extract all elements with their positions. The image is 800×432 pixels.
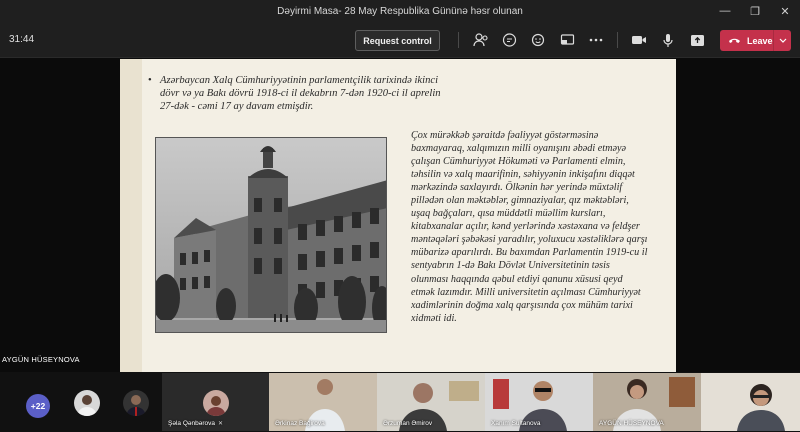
- request-control-button[interactable]: Request control: [355, 30, 440, 51]
- mic-off-icon: ✕: [217, 421, 224, 427]
- participant-gallery: +22 Şəla Qənbərova ✕ Ərkinaz Bağirova Ərz…: [0, 372, 800, 432]
- chevron-down-icon[interactable]: [773, 30, 791, 51]
- paragraph-line: uşaq bağçaları, qısa müddətli müəllim ku…: [411, 208, 606, 220]
- share-tray-icon[interactable]: [558, 31, 576, 49]
- leave-label: Leave: [747, 35, 773, 46]
- meeting-toolbar: 31:44 Request control Leave: [0, 22, 800, 58]
- participant-tile[interactable]: Xanım Sultanova: [485, 373, 593, 431]
- toolbar-divider: [617, 32, 618, 48]
- slide-paragraph: Çox mürəkkəb şəraitdə fəaliyyət göstərmə…: [411, 129, 681, 325]
- avatar: [203, 390, 229, 416]
- leave-button[interactable]: Leave: [720, 30, 791, 51]
- paragraph-line: baxmayaraq, xalqımızın milli oyanışını ə…: [411, 143, 627, 155]
- slide-bullet: Azərbaycan Xalq Cümhuriyyətinin parlamen…: [148, 75, 450, 113]
- window-controls: — ❐ ✕: [710, 0, 800, 22]
- phone-hangup-icon: [728, 37, 741, 44]
- camera-icon[interactable]: [630, 31, 648, 49]
- paragraph-line: mübarizə aparılırdı. Bu baxımdan Parlame…: [411, 247, 648, 259]
- paragraph-line: etmək lazımdır. Milli universitetin açıl…: [411, 286, 641, 298]
- paragraph-line: pillədən olan məktəblər, gimnaziyalar, q…: [411, 195, 629, 207]
- avatar[interactable]: [123, 390, 149, 416]
- paragraph-line: kitabxanalar açılır, kənd yerlərində xəs…: [411, 221, 640, 233]
- paragraph-line: çalışan Cümhuriyyət Hökuməti və Parlamen…: [411, 156, 626, 168]
- presenter-name: AYGÜN HÜSEYNOVA: [2, 355, 80, 364]
- minimize-button[interactable]: —: [710, 0, 740, 22]
- chat-icon[interactable]: [500, 31, 518, 49]
- presentation-slide: Azərbaycan Xalq Cümhuriyyətinin parlamen…: [120, 59, 676, 372]
- reactions-icon[interactable]: [529, 31, 547, 49]
- participant-tile[interactable]: [701, 373, 800, 431]
- paragraph-line: sentyabrın 1-də Bakı Dövlət Universiteti…: [411, 260, 610, 272]
- avatar[interactable]: [74, 390, 100, 416]
- participant-tile[interactable]: Ərkinaz Bağirova: [269, 373, 377, 431]
- paragraph-line: məntəqələri şəbəkəsi yaradılır, yoluxucu…: [411, 234, 648, 246]
- paragraph-line: mərkəzində saxlayırdı. Ölkənin hər yerin…: [411, 182, 623, 194]
- participant-tile[interactable]: AYGÜN HÜSEYNOVA: [593, 373, 701, 431]
- window-title: Dəyirmi Masa- 28 May Respublika Gününə h…: [277, 5, 523, 17]
- toolbar-divider: [458, 32, 459, 48]
- paragraph-line: olunması haqqında qəbul etdiyi qanunu xü…: [411, 273, 623, 285]
- meeting-timer: 31:44: [9, 34, 35, 45]
- maximize-button[interactable]: ❐: [740, 0, 770, 22]
- share-icon[interactable]: [688, 31, 706, 49]
- paragraph-line: təhsilin və xalq maarifinin, səhiyyənin …: [411, 169, 635, 181]
- university-building-photo: [155, 137, 387, 333]
- shared-screen: Azərbaycan Xalq Cümhuriyyətinin parlamen…: [0, 58, 800, 372]
- people-icon[interactable]: [472, 31, 490, 49]
- participant-name: Ərkinaz Bağirova: [275, 420, 325, 427]
- participant-video: [701, 373, 800, 431]
- more-icon[interactable]: [587, 31, 605, 49]
- paragraph-line: xidməti idi.: [411, 312, 457, 324]
- mic-icon[interactable]: [659, 31, 677, 49]
- paragraph-line: xadimlərinin doğma xalq qarşısında çox m…: [411, 299, 633, 311]
- participant-tile[interactable]: Ərzuman Əmirov: [377, 373, 485, 431]
- more-participants-button[interactable]: +22: [26, 394, 50, 418]
- participant-name: AYGÜN HÜSEYNOVA: [599, 420, 664, 427]
- close-window-button[interactable]: ✕: [770, 0, 800, 22]
- participant-name: Şəla Qənbərova ✕: [168, 420, 224, 427]
- participant-tile[interactable]: Şəla Qənbərova ✕: [162, 373, 270, 431]
- participant-name: Ərzuman Əmirov: [383, 420, 433, 427]
- participant-name: Xanım Sultanova: [491, 420, 541, 427]
- window-titlebar: Dəyirmi Masa- 28 May Respublika Gününə h…: [0, 0, 800, 22]
- paragraph-line: Çox mürəkkəb şəraitdə fəaliyyət göstərmə…: [411, 130, 599, 141]
